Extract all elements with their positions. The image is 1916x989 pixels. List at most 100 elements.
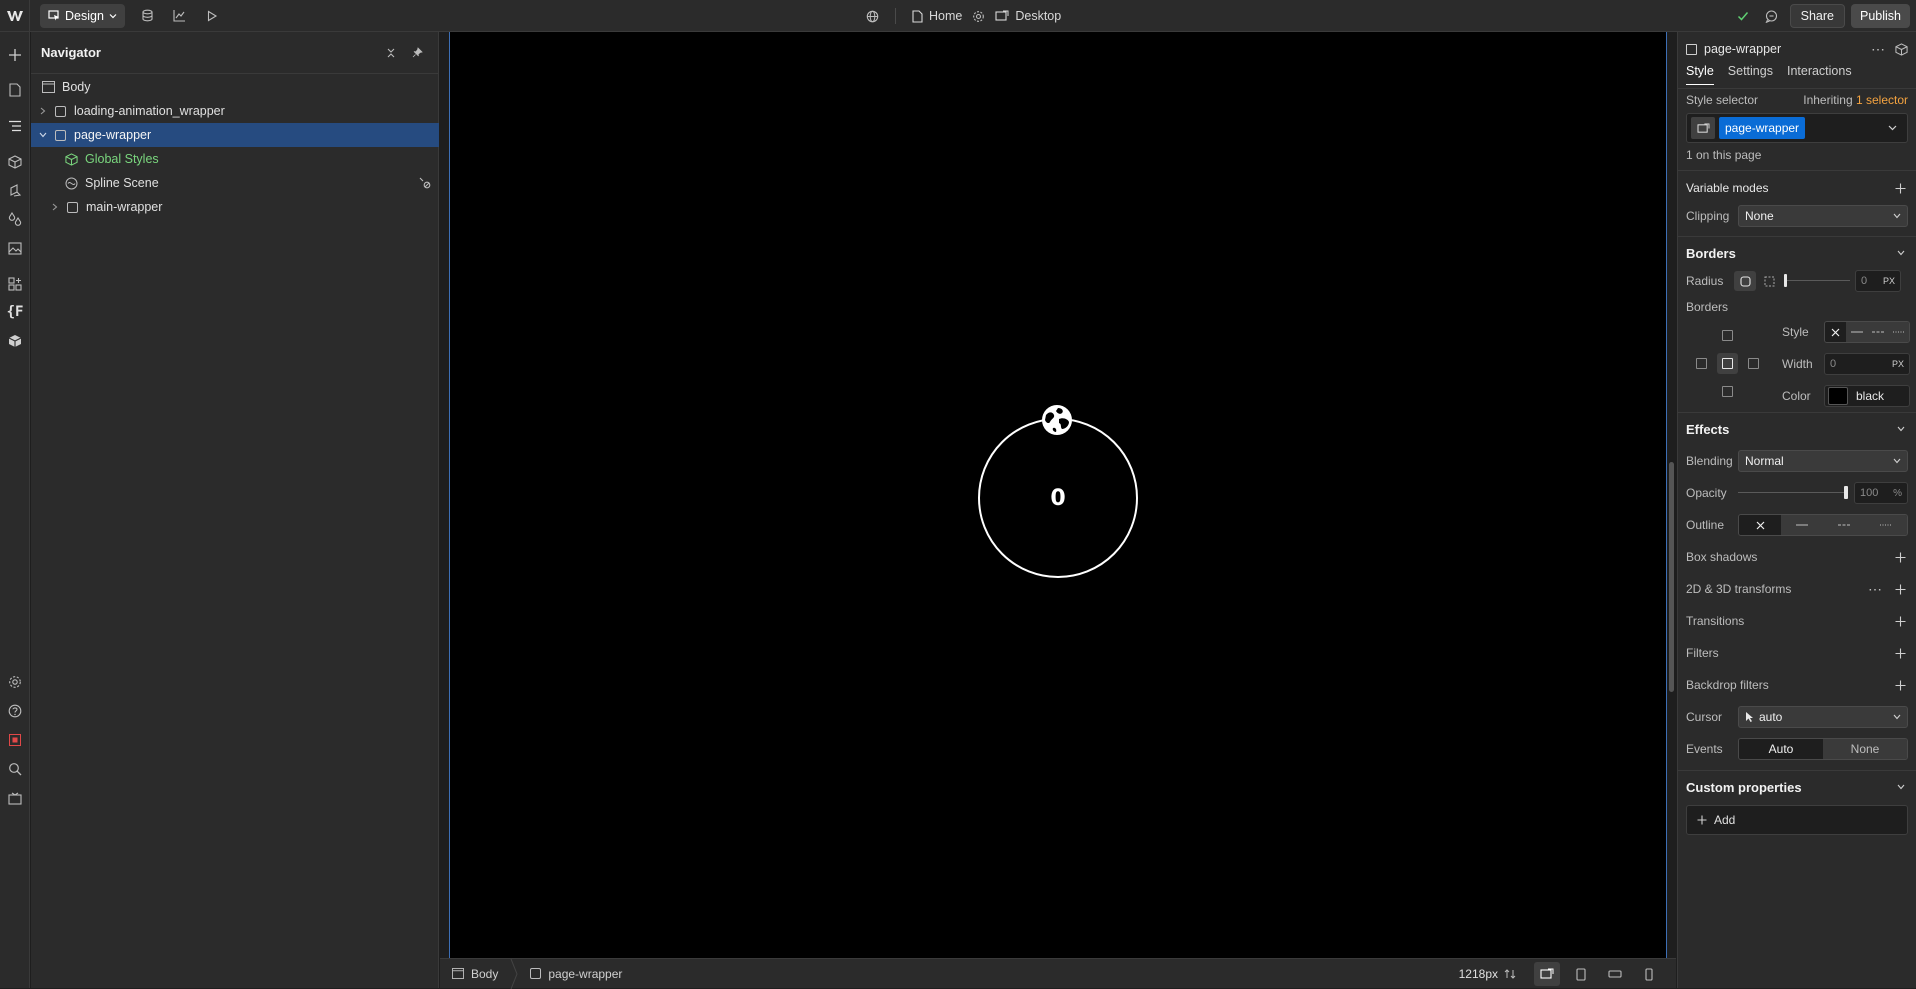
radius-unit[interactable]: PX: [1883, 276, 1895, 286]
hidden-eye-icon[interactable]: [419, 177, 431, 189]
radius-individual-corners-toggle[interactable]: [1758, 271, 1780, 291]
border-width-input[interactable]: 0 PX: [1824, 353, 1910, 375]
blending-select[interactable]: Normal: [1738, 450, 1908, 472]
canvas-scrollbar[interactable]: [1669, 462, 1674, 692]
border-left-icon[interactable]: [1696, 358, 1707, 369]
add-backdrop-filter-plus-icon[interactable]: [1892, 677, 1908, 693]
component-cube-icon[interactable]: [1895, 42, 1908, 56]
tab-style[interactable]: Style: [1686, 64, 1714, 85]
globe-locale-icon[interactable]: [860, 4, 885, 28]
events-segmented[interactable]: Auto None: [1738, 738, 1908, 760]
breakpoint-selector-button[interactable]: Desktop: [989, 4, 1067, 28]
tree-item-loading-animation-wrapper[interactable]: loading-animation_wrapper: [31, 99, 439, 123]
breakpoint-cursor-icon[interactable]: [1691, 117, 1715, 139]
search-icon[interactable]: [5, 759, 25, 779]
chevron-down-icon[interactable]: [1888, 125, 1897, 131]
variables-drops-icon[interactable]: [5, 209, 25, 229]
spline-3d-cube-icon[interactable]: [5, 331, 25, 351]
desktop-breakpoint-button[interactable]: [1534, 962, 1560, 986]
add-variable-mode-plus-icon[interactable]: [1892, 180, 1908, 196]
comments-icon[interactable]: [1760, 4, 1784, 28]
border-top-icon[interactable]: [1722, 330, 1733, 341]
design-mode-button[interactable]: Design: [40, 3, 125, 28]
tree-item-global-styles[interactable]: Global Styles: [31, 147, 439, 171]
record-stop-icon[interactable]: [5, 730, 25, 750]
events-auto-option[interactable]: Auto: [1739, 739, 1823, 759]
tab-settings[interactable]: Settings: [1728, 64, 1773, 84]
tree-item-spline-scene[interactable]: Spline Scene: [31, 171, 439, 195]
tree-item-body[interactable]: Body: [31, 75, 439, 99]
finsweet-attributes-icon[interactable]: {F: [5, 302, 25, 322]
selector-tag-page-wrapper[interactable]: page-wrapper: [1719, 117, 1806, 139]
chevron-down-icon[interactable]: [1894, 780, 1908, 794]
outline-dashed-icon[interactable]: [1823, 515, 1865, 535]
border-width-unit[interactable]: PX: [1892, 359, 1904, 369]
chevron-right-icon[interactable]: [49, 201, 61, 213]
page-selector-button[interactable]: Home: [906, 4, 968, 28]
add-box-shadow-plus-icon[interactable]: [1892, 549, 1908, 565]
inheriting-selector-link[interactable]: 1 selector: [1856, 93, 1908, 107]
chevron-down-icon[interactable]: [37, 129, 49, 141]
outline-solid-icon[interactable]: [1781, 515, 1823, 535]
add-custom-property-button[interactable]: Add: [1686, 805, 1908, 835]
assets-image-icon[interactable]: [5, 238, 25, 258]
effects-section-header[interactable]: Effects: [1686, 418, 1908, 440]
mobile-landscape-breakpoint-icon[interactable]: [1602, 962, 1628, 986]
add-elements-plus-icon[interactable]: [5, 45, 25, 65]
publish-button[interactable]: Publish: [1851, 4, 1910, 28]
clipping-select[interactable]: None: [1738, 205, 1908, 227]
webflow-logo-icon[interactable]: [0, 0, 30, 32]
events-none-option[interactable]: None: [1823, 739, 1907, 759]
cms-database-icon[interactable]: [133, 4, 163, 28]
opacity-slider[interactable]: [1738, 483, 1848, 503]
border-style-segmented[interactable]: [1824, 321, 1910, 343]
breadcrumb-body[interactable]: Body: [440, 959, 510, 989]
more-options-icon[interactable]: ⋯: [1871, 41, 1885, 58]
analyze-chart-icon[interactable]: [165, 4, 195, 28]
cursor-select[interactable]: auto: [1738, 706, 1908, 728]
borders-section-header[interactable]: Borders: [1686, 242, 1908, 264]
radius-input[interactable]: 0 PX: [1855, 270, 1901, 292]
tab-interactions[interactable]: Interactions: [1787, 64, 1852, 84]
border-right-icon[interactable]: [1748, 358, 1759, 369]
custom-properties-header[interactable]: Custom properties: [1686, 776, 1908, 798]
design-canvas[interactable]: 0: [449, 32, 1667, 958]
video-tutorial-icon[interactable]: [5, 788, 25, 808]
border-bottom-icon[interactable]: [1722, 386, 1733, 397]
more-options-icon[interactable]: ⋯: [1868, 581, 1882, 598]
settings-gear-icon[interactable]: [5, 672, 25, 692]
help-question-icon[interactable]: [5, 701, 25, 721]
add-filter-plus-icon[interactable]: [1892, 645, 1908, 661]
opacity-slider-thumb[interactable]: [1844, 486, 1848, 499]
outline-segmented[interactable]: [1738, 514, 1908, 536]
navigator-icon[interactable]: [5, 116, 25, 136]
tablet-breakpoint-icon[interactable]: [1568, 962, 1594, 986]
pin-icon[interactable]: [406, 42, 428, 64]
radius-all-corners-toggle[interactable]: [1734, 271, 1756, 291]
outline-dotted-icon[interactable]: [1865, 515, 1907, 535]
color-swatch[interactable]: [1828, 387, 1848, 405]
collapse-all-icon[interactable]: [380, 42, 402, 64]
canvas-width-readout[interactable]: 1218px: [1459, 967, 1516, 981]
breadcrumb-page-wrapper[interactable]: page-wrapper: [518, 959, 634, 989]
chevron-right-icon[interactable]: [37, 105, 49, 117]
style-selectors-icon[interactable]: [5, 180, 25, 200]
page-settings-gear-icon[interactable]: [968, 4, 989, 28]
pages-icon[interactable]: [5, 80, 25, 100]
border-dotted-icon[interactable]: [1888, 322, 1909, 342]
apps-grid-icon[interactable]: [5, 274, 25, 294]
border-color-input[interactable]: black: [1824, 385, 1910, 407]
tree-item-main-wrapper[interactable]: main-wrapper: [31, 195, 439, 219]
border-dashed-icon[interactable]: [1867, 322, 1888, 342]
chevron-down-icon[interactable]: [1894, 422, 1908, 436]
opacity-input[interactable]: 100 %: [1854, 482, 1908, 504]
style-selector-field[interactable]: page-wrapper: [1686, 113, 1908, 143]
chevron-down-icon[interactable]: [1894, 246, 1908, 260]
tree-item-page-wrapper[interactable]: page-wrapper: [31, 123, 439, 147]
outline-none-x-icon[interactable]: [1739, 515, 1781, 535]
radius-slider[interactable]: [1784, 271, 1850, 291]
border-solid-icon[interactable]: [1846, 322, 1867, 342]
share-button[interactable]: Share: [1789, 4, 1845, 28]
mobile-portrait-breakpoint-icon[interactable]: [1636, 962, 1662, 986]
preview-play-icon[interactable]: [197, 4, 227, 28]
